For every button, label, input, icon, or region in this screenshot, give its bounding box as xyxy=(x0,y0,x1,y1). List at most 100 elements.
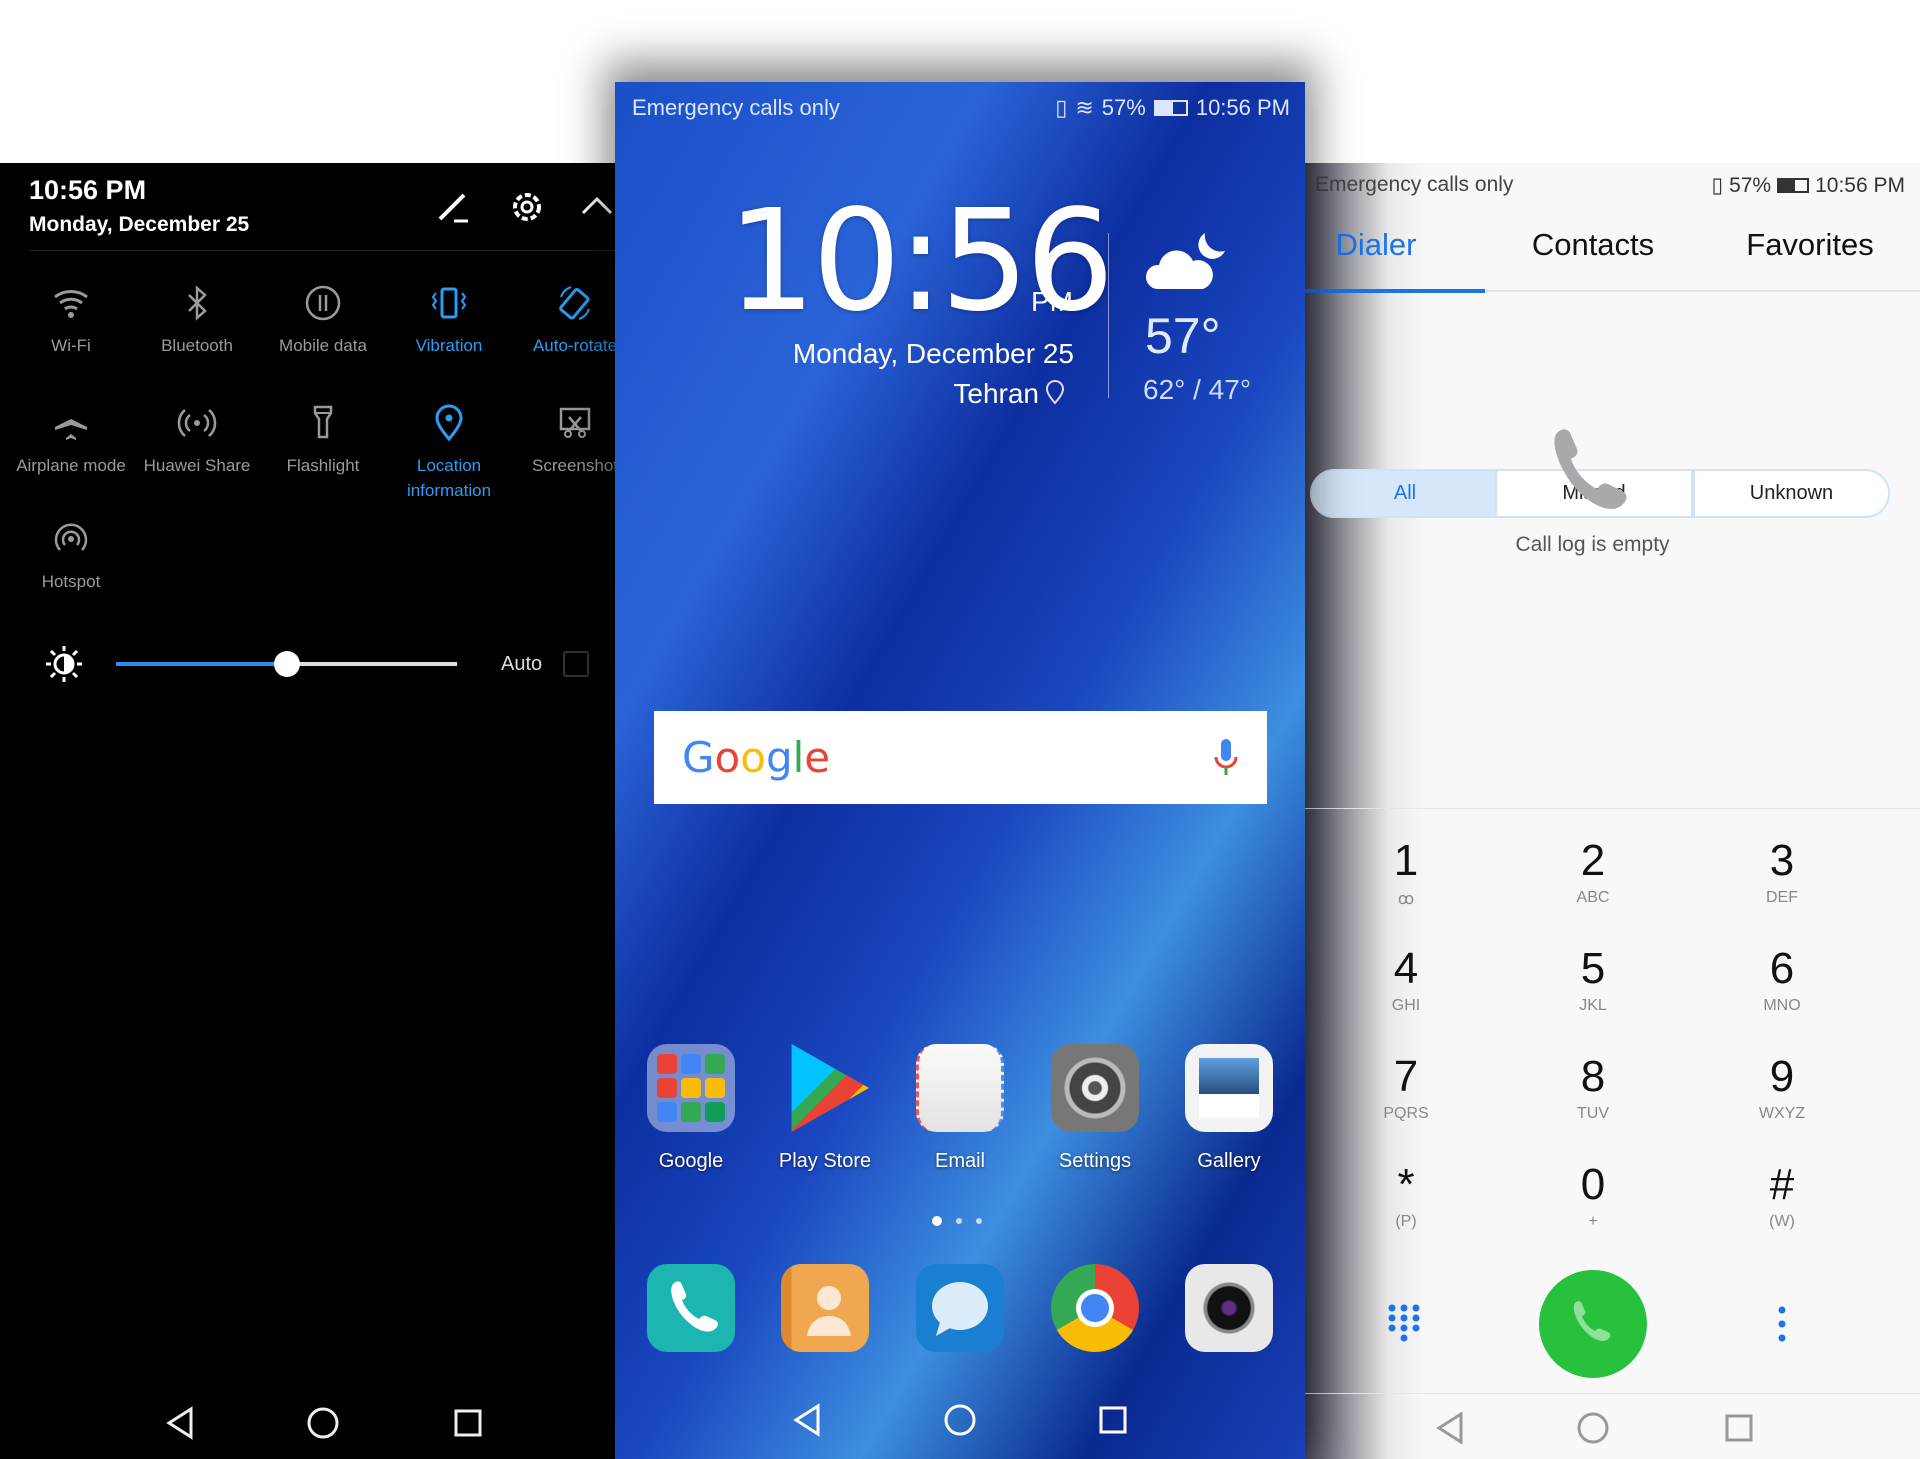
page-dot[interactable] xyxy=(932,1216,942,1226)
home-icon[interactable] xyxy=(306,1406,340,1440)
page-indicator xyxy=(932,1216,982,1226)
clock[interactable]: 10:56 xyxy=(727,182,1114,342)
key-3[interactable]: 3 DEF xyxy=(1712,837,1852,907)
home-icon[interactable] xyxy=(943,1403,977,1437)
tile-mobile-data[interactable]: Mobile data xyxy=(260,283,386,358)
key-letters: MNO xyxy=(1763,997,1801,1014)
divider xyxy=(1305,808,1920,809)
gear-icon[interactable] xyxy=(507,187,547,227)
app-settings[interactable]: Settings xyxy=(1030,1044,1160,1173)
tile-bluetooth[interactable]: Bluetooth xyxy=(134,283,260,358)
tab-contacts[interactable]: Contacts xyxy=(1532,227,1654,263)
dock-chrome[interactable] xyxy=(1030,1264,1160,1352)
qs-date: Monday, December 25 xyxy=(29,213,250,236)
back-icon[interactable] xyxy=(791,1403,823,1437)
edit-icon[interactable] xyxy=(436,189,472,225)
dialpad-icon[interactable] xyxy=(1386,1302,1426,1346)
play-store-icon xyxy=(791,1044,869,1132)
dock-camera[interactable] xyxy=(1164,1264,1294,1352)
key-digit: 6 xyxy=(1769,944,1795,993)
key-2[interactable]: 2 ABC xyxy=(1523,837,1663,907)
google-icon xyxy=(647,1044,735,1132)
key-digit: 9 xyxy=(1769,1052,1795,1101)
cloudy-night-icon[interactable] xyxy=(1143,227,1233,297)
tile-label: Wi-Fi xyxy=(51,336,91,355)
tab-dialer[interactable]: Dialer xyxy=(1336,227,1417,263)
phone-icon xyxy=(1573,1301,1611,1341)
tile-airplane-mode[interactable]: Airplane mode xyxy=(8,403,134,478)
tile-wi-fi[interactable]: Wi-Fi xyxy=(8,283,134,358)
call-button[interactable] xyxy=(1539,1270,1647,1378)
page-dot[interactable] xyxy=(956,1218,962,1224)
chrome-icon xyxy=(1051,1264,1139,1352)
auto-rotate-icon xyxy=(559,286,590,320)
tile-vibration[interactable]: Vibration xyxy=(386,283,512,358)
page-dot[interactable] xyxy=(976,1218,982,1224)
battery-percent: 57% xyxy=(1101,95,1146,120)
recents-icon[interactable] xyxy=(453,1408,483,1438)
microphone-icon[interactable] xyxy=(1213,737,1239,779)
key-digit: 7 xyxy=(1393,1052,1419,1101)
shadow xyxy=(1305,163,1425,1459)
google-search-bar[interactable]: Google xyxy=(654,711,1267,804)
battery-percent: 57% xyxy=(1729,173,1772,197)
home-screen: Emergency calls only ▯ ≋ 57% 10:56 PM 10:… xyxy=(615,82,1305,1459)
tile-label: Huawei Share xyxy=(143,456,251,475)
brightness-thumb[interactable] xyxy=(273,651,300,677)
key-6[interactable]: 6 MNO xyxy=(1712,945,1852,1015)
app-label: Play Store xyxy=(778,1150,872,1172)
dialer-screen: Emergency calls only ▯ 57% 10:56 PM Dial… xyxy=(1305,163,1920,1459)
auto-brightness-checkbox[interactable] xyxy=(563,651,589,677)
chevron-up-icon[interactable] xyxy=(580,193,614,217)
app-play-store[interactable]: Play Store xyxy=(760,1044,890,1173)
filter-all[interactable]: All xyxy=(1310,469,1500,518)
key-8[interactable]: 8 TUV xyxy=(1523,1053,1663,1123)
app-email[interactable]: Email xyxy=(895,1044,1025,1173)
tile-location-information[interactable]: Location information xyxy=(386,403,512,503)
key-letters: TUV xyxy=(1577,1105,1609,1122)
key-5[interactable]: 5 JKL xyxy=(1523,945,1663,1015)
key-star[interactable]: * (P) xyxy=(1336,1161,1476,1231)
battery-icon xyxy=(1777,178,1810,193)
vibration-icon xyxy=(431,287,467,319)
email-icon xyxy=(916,1044,1004,1132)
screenshot-icon xyxy=(559,407,591,438)
filter-unknown[interactable]: Unknown xyxy=(1693,469,1890,518)
back-icon[interactable] xyxy=(164,1406,196,1440)
battery-icon xyxy=(1153,100,1188,116)
app-gallery[interactable]: Gallery xyxy=(1164,1044,1294,1173)
key-digit: 1 xyxy=(1393,836,1419,885)
brightness-slider[interactable] xyxy=(116,651,457,677)
key-1[interactable]: 1ꝏ xyxy=(1336,837,1476,909)
key-9[interactable]: 9 WXYZ xyxy=(1712,1053,1852,1123)
divider xyxy=(1305,1393,1920,1394)
status-carrier: Emergency calls only xyxy=(632,95,840,120)
tile-hotspot[interactable]: Hotspot xyxy=(8,519,134,594)
app-google[interactable]: Google xyxy=(626,1044,756,1173)
home-icon[interactable] xyxy=(1576,1411,1610,1445)
key-digit: 5 xyxy=(1580,944,1606,993)
tile-label: Bluetooth xyxy=(161,336,233,355)
recents-icon[interactable] xyxy=(1724,1413,1754,1443)
key-hash[interactable]: # (W) xyxy=(1712,1161,1852,1231)
key-digit: 8 xyxy=(1580,1052,1606,1101)
tab-favorites[interactable]: Favorites xyxy=(1746,227,1873,263)
tile-label: Vibration xyxy=(415,336,483,355)
dock-contacts[interactable] xyxy=(760,1264,890,1352)
tile-huawei-share[interactable]: Huawei Share xyxy=(134,403,260,478)
bluetooth-icon xyxy=(188,285,207,321)
back-icon[interactable] xyxy=(1434,1411,1466,1445)
key-0[interactable]: 0 + xyxy=(1523,1161,1663,1231)
key-digit: # xyxy=(1769,1160,1795,1209)
key-4[interactable]: 4 GHI xyxy=(1336,945,1476,1015)
recents-icon[interactable] xyxy=(1098,1405,1128,1435)
vibrate-icon: ▯ xyxy=(1711,174,1724,197)
dock-phone[interactable] xyxy=(626,1264,756,1352)
dock-messages[interactable] xyxy=(895,1264,1025,1352)
messages-icon xyxy=(916,1264,1004,1352)
more-options-icon[interactable] xyxy=(1775,1304,1789,1344)
key-7[interactable]: 7 PQRS xyxy=(1336,1053,1476,1123)
temp-range: 62° / 47° xyxy=(1143,374,1252,405)
clock-ampm: PM xyxy=(1031,286,1073,317)
tile-flashlight[interactable]: Flashlight xyxy=(260,403,386,478)
